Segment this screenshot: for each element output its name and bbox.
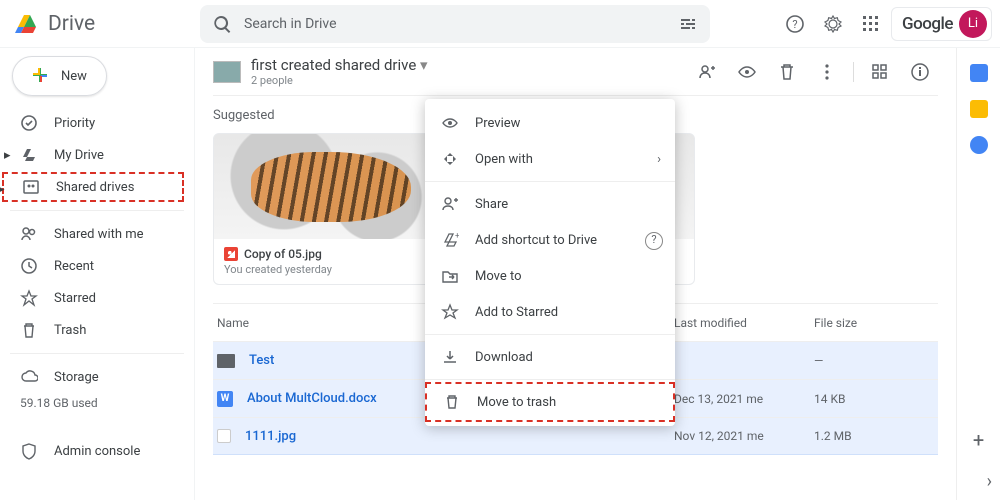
ctx-share[interactable]: Share [425,186,675,222]
admin-icon [20,442,38,460]
apps-grid-icon [861,14,881,34]
ctx-download[interactable]: Download [425,339,675,375]
new-button[interactable]: New [12,56,107,96]
side-rail: + [956,48,1000,500]
download-icon [441,348,459,366]
card-thumbnail [214,134,447,239]
calendar-addon-icon[interactable] [970,64,988,82]
person-add-icon [697,62,717,82]
sidebar-item-recent[interactable]: Recent [10,251,184,281]
details-button[interactable] [902,54,938,90]
eye-icon [737,62,757,82]
star-icon [441,303,459,321]
search-placeholder: Search in Drive [244,16,666,32]
drive-header-bar: first created shared drive ▾ 2 people [213,48,938,96]
settings-button[interactable] [815,6,851,42]
account-pill[interactable]: Google Li [891,7,992,41]
product-name: Drive [48,12,95,36]
star-icon [20,289,38,307]
svg-text:+: + [455,231,459,240]
drive-logo-icon [14,11,40,37]
help-button[interactable]: ? [777,6,813,42]
sidebar-item-storage[interactable]: Storage [10,362,184,392]
app-header: Drive Search in Drive ? Google Li [0,0,1000,48]
svg-text:?: ? [792,18,797,31]
chevron-right-icon: ▸ [0,182,5,197]
ctx-open-with[interactable]: Open with [425,141,675,177]
sidebar-item-admin[interactable]: Admin console [10,436,184,466]
priority-icon [20,114,38,132]
more-vert-icon [817,62,837,82]
context-menu: Preview Open with Share +Add shortcut to… [425,99,675,426]
info-icon [910,62,930,82]
shared-drives-icon [22,178,40,196]
add-members-button[interactable] [689,54,725,90]
ctx-add-starred[interactable]: Add to Starred [425,294,675,330]
clock-icon [20,257,38,275]
grid-view-icon [870,62,890,82]
ctx-add-shortcut[interactable]: +Add shortcut to Drive [425,222,675,258]
expand-rail-icon[interactable]: › [987,471,992,492]
delete-button[interactable] [769,54,805,90]
sidebar-item-shared-drives[interactable]: ▸Shared drives [2,172,184,202]
col-size[interactable]: File size [814,316,934,330]
word-doc-icon: W [217,391,233,407]
google-label: Google [902,14,953,34]
cloud-icon [20,368,38,386]
sidebar-item-priority[interactable]: Priority [10,108,184,138]
apps-button[interactable] [853,6,889,42]
view-toggle-button[interactable] [862,54,898,90]
product-logo[interactable]: Drive [14,11,194,37]
help-icon: ? [785,14,805,34]
sidebar-item-shared-with-me[interactable]: Shared with me [10,219,184,249]
ctx-preview[interactable]: Preview [425,105,675,141]
suggested-card[interactable]: Copy of 05.jpgYou created yesterday [213,133,448,285]
sidebar: New Priority ▸My Drive ▸Shared drives Sh… [0,48,195,500]
add-addon-button[interactable]: + [973,428,984,452]
drive-thumbnail-icon [213,61,241,83]
search-bar[interactable]: Search in Drive [200,5,710,43]
trash-icon [777,62,797,82]
storage-used: 59.18 GB used [10,394,184,412]
chevron-right-icon: ▸ [4,148,11,163]
ctx-move-to[interactable]: Move to [425,258,675,294]
avatar[interactable]: Li [959,10,987,38]
new-label: New [61,69,87,84]
image-file-icon [217,429,231,443]
keep-addon-icon[interactable] [970,100,988,118]
folder-icon [217,354,235,368]
sidebar-item-starred[interactable]: Starred [10,283,184,313]
trash-icon [20,321,38,339]
search-options-icon[interactable] [678,14,698,34]
search-icon [212,14,232,34]
sidebar-item-mydrive[interactable]: ▸My Drive [10,140,184,170]
person-add-icon [441,195,459,213]
shortcut-icon: + [441,231,459,249]
more-button[interactable] [809,54,845,90]
gear-icon [823,14,843,34]
eye-icon [441,114,459,132]
sidebar-item-trash[interactable]: Trash [10,315,184,345]
people-icon [20,225,38,243]
move-folder-icon [441,267,459,285]
drive-title[interactable]: first created shared drive ▾ 2 people [213,56,428,87]
drive-icon [20,146,38,164]
tasks-addon-icon[interactable] [970,136,988,154]
image-file-icon [224,247,238,261]
open-with-icon [441,150,459,168]
col-modified[interactable]: Last modified [674,316,814,330]
preview-button[interactable] [729,54,765,90]
trash-icon [443,393,461,411]
plus-icon [29,65,51,87]
ctx-move-to-trash[interactable]: Move to trash [425,382,675,422]
